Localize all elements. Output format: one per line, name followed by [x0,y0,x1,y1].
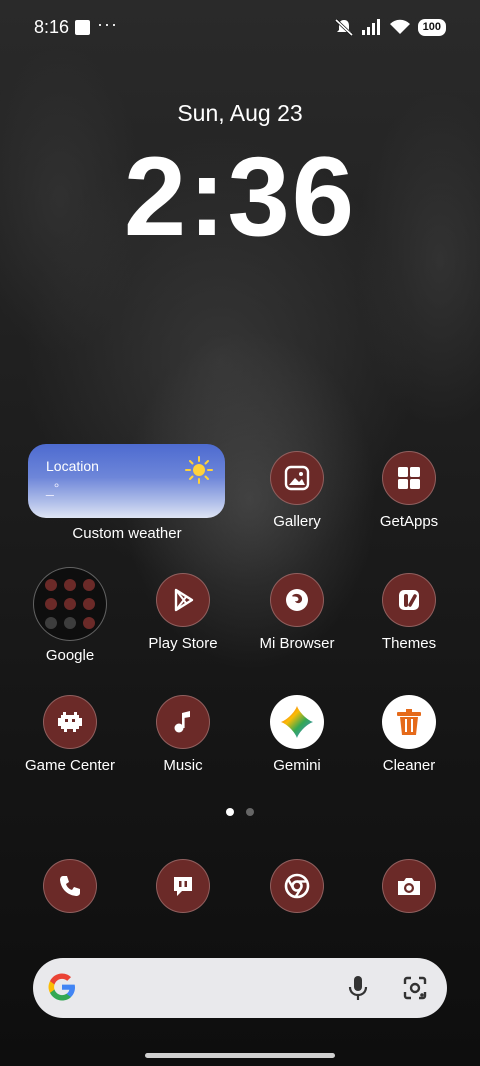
battery-indicator: 100 [417,18,446,36]
camera-icon [382,859,436,913]
app-cleaner[interactable]: Cleaner [354,695,464,774]
google-folder-icon [33,567,107,641]
app-label: Game Center [24,757,116,774]
page-indicator [0,808,480,816]
maps-mini-icon [64,579,76,591]
phone-icon [43,859,97,913]
folder-google[interactable]: Google [15,567,125,664]
notification-square-icon [75,20,90,35]
wifi-icon [389,19,410,34]
app-play-store[interactable]: Play Store [128,573,238,652]
duo-mini-icon [83,617,95,629]
page-dot[interactable] [246,808,254,816]
gmail-mini-icon [45,579,57,591]
app-label: Play Store [148,635,218,652]
app-mi-browser[interactable]: Mi Browser [242,573,352,652]
themes-icon [382,573,436,627]
play-store-icon [156,573,210,627]
gemini-icon [270,695,324,749]
google-lens-icon[interactable] [401,974,429,1002]
app-label: Cleaner [382,757,436,774]
getapps-icon [382,451,436,505]
google-g-icon [48,973,75,1001]
weather-temperature: _° [46,480,60,496]
signal-icon [361,19,380,35]
status-bar: 8:16 ··· 100 [0,0,480,56]
google-mini-icon [45,617,57,629]
game-center-icon [43,695,97,749]
mic-icon[interactable] [347,974,369,1002]
app-label: Google [45,647,95,664]
lock-date: Sun, Aug 23 [177,100,303,126]
gallery-icon [270,451,324,505]
weather-location: Location [46,458,99,474]
youtube-mini-icon [45,598,57,610]
dock-camera[interactable] [354,859,464,913]
weather-widget-label: Custom weather [72,525,182,542]
dock-chrome[interactable] [242,859,352,913]
music-icon [156,695,210,749]
app-music[interactable]: Music [128,695,238,774]
dock-phone[interactable] [15,859,125,913]
photos-mini-icon [64,598,76,610]
app-label: Themes [381,635,437,652]
weather-widget[interactable]: Location _° [28,444,225,518]
app-label: Music [163,757,203,774]
meet-mini-icon [83,598,95,610]
app-gallery[interactable]: Gallery [242,451,352,530]
sun-icon [185,456,213,484]
chrome-icon [270,859,324,913]
status-icons: 100 [334,18,446,36]
drive-mini-icon [83,579,95,591]
page-dot-active[interactable] [226,808,234,816]
dock-messages[interactable] [128,859,238,913]
app-getapps[interactable]: GetApps [354,451,464,530]
home-indicator[interactable] [145,1053,335,1058]
assistant-mini-icon [64,617,76,629]
lock-clock: 2:36 [123,134,357,259]
app-game-center[interactable]: Game Center [15,695,125,774]
mi-browser-icon [270,573,324,627]
app-label: Gemini [273,757,321,774]
cleaner-icon [382,695,436,749]
app-label: Gallery [273,513,321,530]
more-notifications-icon: ··· [97,14,118,34]
app-themes[interactable]: Themes [354,573,464,652]
app-label: GetApps [379,513,439,530]
google-search-bar[interactable] [33,958,447,1018]
app-gemini[interactable]: Gemini [242,695,352,774]
app-label: Mi Browser [259,635,335,652]
status-time: 8:16 [34,17,70,37]
mute-icon [334,18,353,36]
messages-icon [156,859,210,913]
